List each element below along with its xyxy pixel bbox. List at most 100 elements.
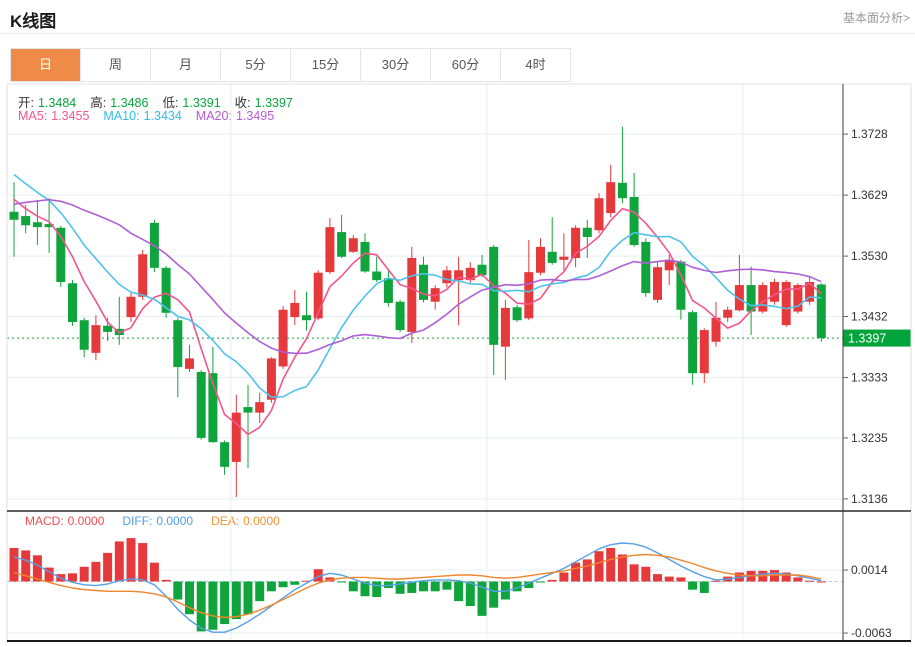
candle-body-down (173, 320, 183, 368)
macd-bar-positive (582, 559, 592, 582)
macd-bar-negative (290, 581, 300, 585)
candle-body-up (325, 227, 335, 273)
macd-bar-positive (606, 547, 616, 582)
candle-body-down (512, 307, 522, 321)
macd-bar-positive (547, 579, 557, 582)
macd-bar-positive (114, 541, 124, 582)
macd-bar-positive (149, 562, 159, 582)
kline-chart-canvas[interactable]: 1.3728 1.3629 1.3530 1.3432 1.3333 1.3235 1.31… (0, 0, 915, 647)
candle-body-down (489, 246, 499, 345)
candle-body-up (348, 238, 358, 252)
y-axis-tick-label: 1.3235 (851, 431, 888, 445)
macd-bar-negative (208, 581, 218, 630)
candle-body-up (255, 402, 265, 413)
current-price-tag-label: 1.3397 (848, 332, 886, 346)
candle-body-up (758, 285, 768, 312)
macd-bar-positive (641, 566, 651, 582)
macd-bar-positive (126, 538, 136, 582)
macd-bar-positive (138, 543, 148, 582)
candle-body-down (547, 251, 557, 263)
candle-body-up (699, 330, 709, 374)
candle-body-up (138, 254, 148, 297)
macd-bar-positive (617, 554, 627, 582)
candle-body-up (723, 309, 733, 318)
candle-body-up (653, 267, 662, 300)
macd-bar-negative (278, 581, 288, 588)
candle-body-up (290, 302, 300, 318)
candle-body-down (629, 196, 639, 246)
candle-body-up (266, 358, 276, 400)
candle-body-up (500, 307, 510, 347)
macd-axis-tick-label: -0.0063 (851, 626, 892, 640)
macd-bar-positive (805, 580, 815, 582)
y-axis-tick-label: 1.3432 (851, 310, 888, 324)
macd-bar-positive (793, 577, 803, 582)
candle-body-up (231, 412, 241, 462)
candle-body-down (32, 222, 42, 228)
macd-bar-negative (419, 581, 428, 592)
candle-body-down (395, 301, 405, 331)
kline-widget: K线图 基本面分析> 日周月 5分 15分 30分 60分 4时 开: 1.3484 高: 1.… (0, 0, 915, 647)
y-axis-tick-label: 1.3728 (851, 127, 888, 141)
macd-bar-negative (465, 581, 475, 607)
candle-body-down (243, 407, 253, 413)
macd-bar-positive (9, 547, 19, 582)
candle-body-down (816, 284, 826, 339)
macd-bar-negative (243, 581, 253, 615)
macd-bar-negative (266, 581, 276, 592)
macd-bar-positive (79, 566, 89, 582)
candle-body-up (594, 198, 604, 231)
candle-body-down (582, 227, 592, 238)
macd-bar-positive (676, 577, 686, 582)
macd-bar-negative (173, 581, 183, 600)
macd-bar-negative (454, 581, 464, 602)
macd-bar-positive (629, 564, 639, 582)
macd-bar-positive (816, 581, 826, 583)
macd-bar-negative (489, 581, 499, 608)
macd-bar-positive (559, 572, 569, 582)
y-axis-tick-label: 1.3530 (851, 249, 888, 263)
macd-bar-negative (231, 581, 241, 620)
macd-bar-negative (348, 581, 358, 592)
candle-body-down (9, 211, 19, 220)
macd-axis-tick-label: 0.0014 (851, 563, 888, 577)
macd-bar-negative (255, 581, 265, 602)
macd-bar-negative (337, 581, 347, 583)
macd-bar-negative (372, 581, 382, 598)
candle-body-down (220, 442, 230, 467)
macd-bar-negative (442, 581, 452, 590)
candle-body-down (641, 241, 651, 294)
candle-body-up (770, 281, 779, 302)
candle-body-up (278, 309, 288, 367)
macd-bar-positive (571, 562, 581, 582)
macd-bar-negative (688, 581, 698, 590)
candle-body-down (21, 216, 31, 226)
macd-bar-positive (91, 561, 101, 582)
macd-bar-positive (103, 552, 113, 582)
y-axis-tick-label: 1.3136 (851, 492, 888, 506)
candle-body-up (524, 272, 534, 319)
candle-body-down (617, 182, 627, 199)
macd-bar-negative (430, 581, 440, 592)
macd-bar-positive (594, 551, 604, 582)
candle-body-down (337, 232, 347, 257)
candle-body-up (185, 358, 194, 369)
candle-body-up (91, 325, 101, 353)
candle-body-down (383, 278, 393, 303)
macd-bar-positive (161, 579, 171, 582)
candle-body-up (407, 257, 417, 332)
candle-body-down (68, 283, 77, 323)
macd-bar-negative (536, 581, 545, 583)
candle-body-up (442, 270, 452, 284)
candle-body-down (103, 325, 113, 332)
candle-body-up (454, 270, 464, 281)
candle-body-up (536, 246, 545, 273)
macd-bar-negative (699, 581, 709, 593)
candle-body-down (688, 312, 698, 374)
candle-body-up (126, 296, 136, 318)
candle-body-up (606, 182, 616, 213)
macd-bar-negative (196, 581, 206, 632)
macd-bar-positive (711, 580, 721, 582)
macd-bar-positive (653, 574, 662, 582)
candle-body-down (196, 371, 206, 438)
